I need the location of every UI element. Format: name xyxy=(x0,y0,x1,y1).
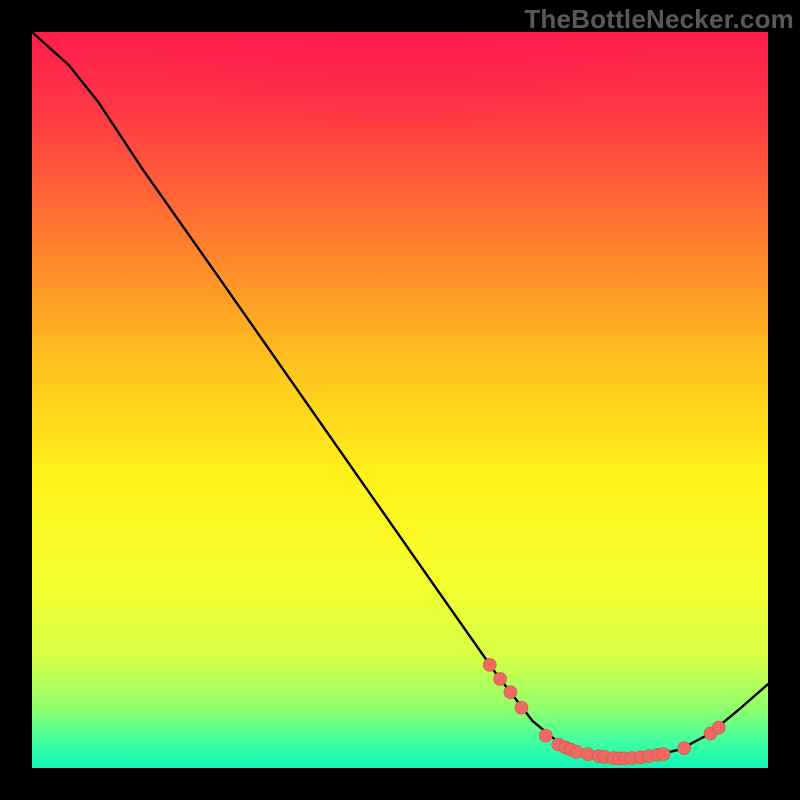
chart-marker xyxy=(504,686,517,699)
chart-marker xyxy=(712,721,725,734)
chart-marker xyxy=(494,672,507,685)
chart-marker xyxy=(581,748,594,761)
chart-marker xyxy=(657,748,670,761)
chart-svg xyxy=(32,32,768,768)
watermark-text: TheBottleNecker.com xyxy=(524,4,794,35)
chart-marker xyxy=(570,745,583,758)
chart-marker xyxy=(678,742,691,755)
chart-marker xyxy=(539,729,552,742)
chart-marker xyxy=(483,658,496,671)
top-glow xyxy=(32,32,768,312)
chart-marker xyxy=(515,701,528,714)
chart-plot-area xyxy=(32,32,768,768)
chart-container: TheBottleNecker.com xyxy=(0,0,800,800)
